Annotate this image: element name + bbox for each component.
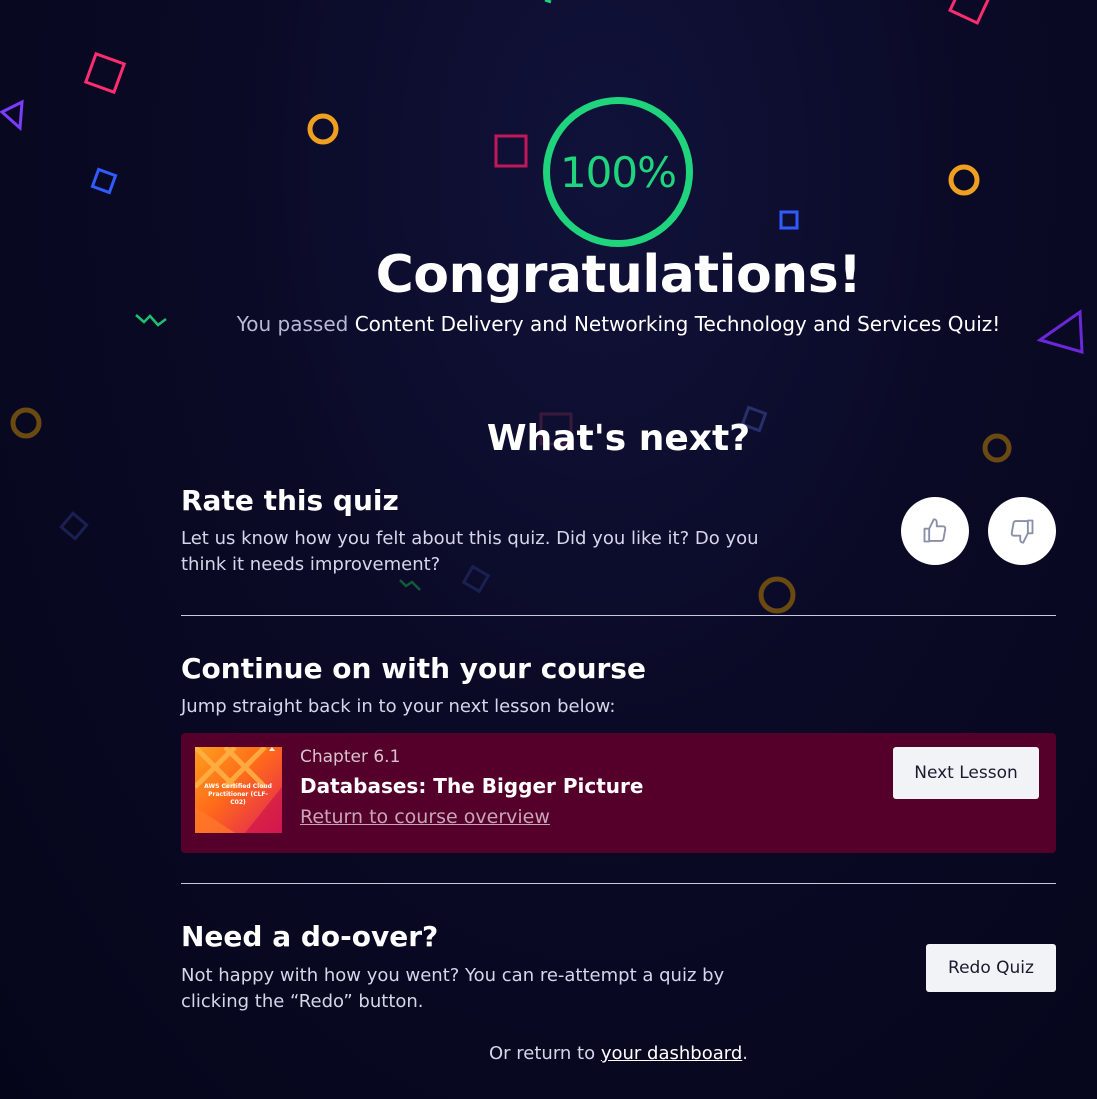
score-percentage: 100% <box>559 147 677 197</box>
thumbs-up-icon <box>923 518 947 543</box>
return-to-course-overview-link[interactable]: Return to course overview <box>300 806 550 828</box>
quiz-name: Content Delivery and Networking Technolo… <box>354 312 1001 336</box>
redo-description-line-1: Not happy with how you went? You can re-… <box>181 965 725 986</box>
congratulations-heading: Congratulations! <box>375 245 862 305</box>
continue-course-description: Jump straight back in to your next lesso… <box>181 696 616 717</box>
footer-prefix: Or return to <box>489 1043 601 1064</box>
redo-quiz-title: Need a do-over? <box>181 920 439 953</box>
whats-next-heading: What's next? <box>486 418 751 459</box>
score-circle: 100% <box>543 97 693 247</box>
redo-description-line-2: clicking the “Redo” button. <box>181 991 424 1012</box>
divider <box>181 883 1056 884</box>
rate-description-line-2: think it needs improvement? <box>181 554 441 575</box>
rate-description-line-1: Let us know how you felt about this quiz… <box>181 528 759 549</box>
next-lesson-card: AWS Certified Cloud Practitioner (CLF-C0… <box>181 733 1056 853</box>
lesson-title: Databases: The Bigger Picture <box>300 774 644 798</box>
redo-quiz-button[interactable]: Redo Quiz <box>926 944 1056 992</box>
thumbs-up-button[interactable] <box>901 497 969 565</box>
dashboard-return-line: Or return to your dashboard. <box>0 1043 1097 1064</box>
redo-quiz-description: Not happy with how you went? You can re-… <box>181 963 724 1015</box>
rate-quiz-title: Rate this quiz <box>181 484 399 517</box>
dashboard-link[interactable]: your dashboard <box>601 1043 742 1064</box>
course-thumbnail: AWS Certified Cloud Practitioner (CLF-C0… <box>195 747 282 833</box>
divider <box>181 615 1056 616</box>
passed-message: You passed Content Delivery and Networki… <box>0 312 1097 336</box>
thumbs-down-button[interactable] <box>988 497 1056 565</box>
thumbnail-caption: AWS Certified Cloud Practitioner (CLF-C0… <box>204 783 272 806</box>
thumbs-down-icon <box>1010 519 1034 544</box>
passed-prefix: You passed <box>236 312 355 336</box>
next-lesson-button[interactable]: Next Lesson <box>893 747 1039 799</box>
continue-course-title: Continue on with your course <box>181 652 646 685</box>
footer-suffix: . <box>742 1043 748 1064</box>
chapter-label: Chapter 6.1 <box>300 747 401 767</box>
rate-quiz-description: Let us know how you felt about this quiz… <box>181 526 759 578</box>
